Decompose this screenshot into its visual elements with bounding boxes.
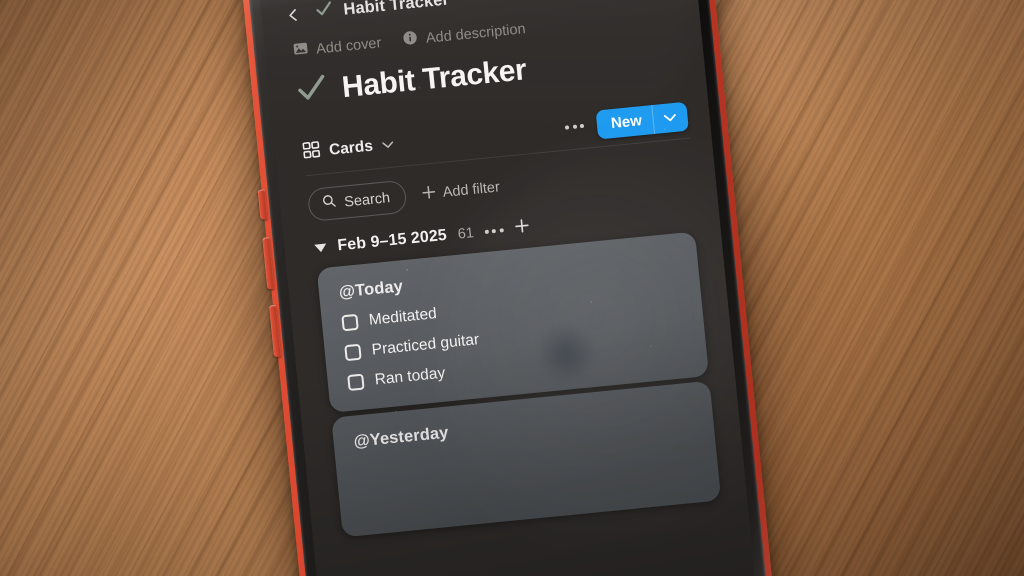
nav-title: Habit Tracker [342,0,450,19]
checkbox[interactable] [341,313,359,332]
database-view-bar: Cards New [301,96,689,173]
checklist-label: Practiced guitar [371,331,480,359]
search-icon [321,193,337,213]
back-button[interactable] [285,6,301,22]
checklist-label: Meditated [368,305,438,329]
page-title[interactable]: Habit Tracker [340,53,527,105]
image-icon [292,41,309,59]
new-button-label: New [610,111,643,132]
smartphone-device: 15:20 [237,0,781,576]
chevron-down-icon [381,136,395,155]
add-cover-label: Add cover [315,34,382,58]
checkbox[interactable] [344,343,362,362]
plus-icon[interactable] [514,218,531,239]
filter-row: Search Add filter [306,170,501,223]
more-horizontal-icon[interactable] [565,123,585,130]
grid-icon [302,141,321,165]
info-icon [402,30,419,50]
view-label: Cards [328,137,374,159]
group-count: 61 [457,225,475,243]
app-viewport: 15:20 [255,0,763,576]
chevron-down-icon[interactable] [653,105,689,129]
more-horizontal-icon[interactable] [484,228,504,235]
group-title[interactable]: Feb 9–15 2025 [337,227,448,256]
card-title: @Yesterday [352,423,450,451]
checkbox[interactable] [347,373,365,392]
search-button[interactable]: Search [306,179,408,223]
check-icon[interactable] [294,71,331,112]
plus-icon [421,184,437,203]
new-button[interactable]: New [595,101,689,139]
caret-down-icon[interactable] [314,243,328,253]
view-bar-actions: New [564,101,689,142]
search-label: Search [343,189,391,211]
page-title-row: Habit Tracker [294,51,529,111]
add-filter-label: Add filter [441,178,501,201]
checklist-label: Ran today [373,364,446,389]
phone-screen: 15:20 [255,0,763,576]
add-filter-button[interactable]: Add filter [421,178,501,204]
check-icon [313,0,334,25]
view-selector[interactable]: Cards [302,134,395,165]
